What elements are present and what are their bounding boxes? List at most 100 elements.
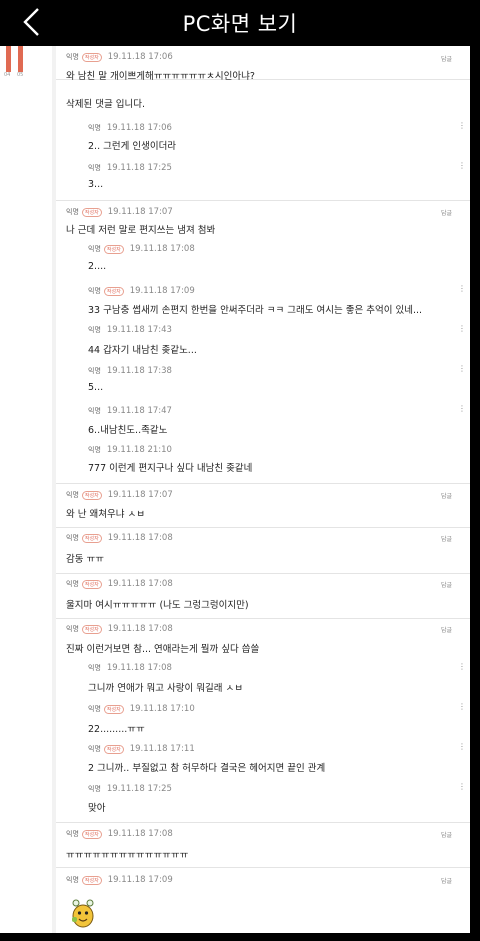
comment-time: 19.11.18 17:08	[106, 663, 172, 673]
more-options-icon[interactable]: ⋮	[458, 703, 466, 711]
comment-time: 19.11.18 17:47	[106, 406, 172, 416]
reply-button[interactable]: 답글	[441, 54, 452, 63]
comment-author: 익명	[88, 705, 101, 713]
comment-author: 익명	[88, 164, 101, 172]
more-options-icon[interactable]: ⋮	[458, 365, 466, 373]
reply-item: 익명 작성자 19.11.18 17:09 ⋮ 33 구남충 썹새끼 손편지 한…	[56, 284, 470, 324]
comment-time: 19.11.18 17:07	[107, 207, 173, 217]
comment-text: 33 구남충 썹새끼 손편지 한번을 안써주더라 ㅋㅋ 그래도 여시는 좋은 추…	[88, 305, 423, 316]
more-options-icon[interactable]: ⋮	[458, 122, 466, 130]
character-sticker-icon	[72, 899, 94, 928]
comment-author: 익명	[88, 287, 101, 295]
comment: 익명 작성자 19.11.18 17:07 답글 와 난 왜쳐우냐 ㅅㅂ	[56, 485, 470, 528]
comment-time: 19.11.18 17:25	[106, 784, 172, 794]
more-options-icon[interactable]: ⋮	[458, 285, 466, 293]
comment-time: 19.11.18 17:11	[129, 744, 195, 754]
author-badge: 작성자	[81, 579, 102, 589]
reply-item: 익명 19.11.18 17:43 ⋮ 44 갑자기 내남친 좆같노...	[56, 324, 470, 364]
comment-author: 익명	[66, 534, 79, 542]
comment-text: 777 이런게 편지구나 싶다 내남친 좆같네	[88, 463, 253, 474]
comment-time: 19.11.18 17:06	[107, 52, 173, 62]
comment-text: 2....	[88, 261, 107, 272]
comment-time: 19.11.18 17:08	[107, 624, 173, 634]
comment-time: 19.11.18 17:06	[106, 123, 172, 133]
more-options-icon[interactable]: ⋮	[458, 743, 466, 751]
reply-button[interactable]: 답글	[441, 876, 452, 885]
author-badge: 작성자	[81, 533, 102, 543]
top-bar: PC화면 보기	[0, 0, 480, 46]
author-badge: 작성자	[81, 490, 102, 500]
comment-author: 익명	[88, 245, 101, 253]
scroll-edge	[470, 46, 480, 933]
comment-text: 6..내남친도..족같노	[88, 425, 168, 436]
comment-author: 익명	[88, 446, 101, 454]
comment-author: 익명	[66, 580, 79, 588]
calendar-bar	[6, 46, 11, 72]
comment-time: 19.11.18 17:07	[107, 490, 173, 500]
comment: 익명 작성자 19.11.18 17:07 답글 나 근데 저런 말로 편지쓰는…	[56, 202, 470, 238]
comment-text: 2 그니까.. 부질없고 참 허무하다 결국은 헤어지면 끝인 관계	[88, 763, 326, 774]
reply-item: 익명 작성자 19.11.18 17:11 ⋮ 2 그니까.. 부질없고 참 허…	[56, 742, 470, 782]
reply-item: 익명 19.11.18 17:38 ⋮ 5...	[56, 364, 470, 404]
comment-author: 익명	[66, 876, 79, 884]
comment-author: 익명	[66, 208, 79, 216]
comment-author: 익명	[88, 367, 101, 375]
comment-text: 맞아	[88, 803, 106, 814]
author-badge: 작성자	[81, 829, 102, 839]
more-options-icon[interactable]: ⋮	[458, 663, 466, 671]
calendar-date: 04	[4, 72, 11, 78]
author-badge: 작성자	[81, 624, 102, 634]
comment: 익명 작성자 19.11.18 17:09 답글	[56, 868, 470, 933]
comment-time: 19.11.18 17:08	[107, 533, 173, 543]
comment-author: 익명	[66, 491, 79, 499]
reply-item: 익명 19.11.18 17:47 ⋮ 6..내남친도..족같노	[56, 404, 470, 444]
comment-time: 19.11.18 17:43	[106, 325, 172, 335]
comment: 익명 작성자 19.11.18 17:06 답글 와 남친 말 개이쁘게해ㅠㅠㅠ…	[56, 46, 470, 82]
comment-time: 19.11.18 21:10	[106, 445, 172, 455]
calendar-bar	[18, 46, 23, 72]
reply-item: 익명 19.11.18 17:25 ⋮ 3...	[56, 161, 470, 201]
more-options-icon[interactable]: ⋮	[458, 405, 466, 413]
comment-time: 19.11.18 17:10	[129, 704, 195, 714]
reply-button[interactable]: 답글	[441, 208, 452, 217]
more-options-icon[interactable]: ⋮	[458, 783, 466, 791]
more-options-icon[interactable]: ⋮	[458, 162, 466, 170]
comment-author: 익명	[66, 830, 79, 838]
author-badge: 작성자	[81, 52, 102, 62]
comment-text: 22.........ㅠㅠ	[88, 724, 145, 735]
left-calendar-strip: 04 05	[0, 46, 52, 933]
bottom-bar	[0, 933, 480, 941]
comment: 익명 작성자 19.11.18 17:08 답글 감동 ㅠㅠ	[56, 528, 470, 574]
comment-time: 19.11.18 17:25	[106, 163, 172, 173]
comment-author: 익명	[88, 326, 101, 334]
comment-text: 감동 ㅠㅠ	[66, 554, 104, 565]
more-options-icon[interactable]: ⋮	[458, 325, 466, 333]
comment-text: 44 갑자기 내남친 좆같노...	[88, 345, 197, 356]
author-badge: 작성자	[103, 244, 124, 254]
comment-list: 익명 작성자 19.11.18 17:06 답글 와 남친 말 개이쁘게해ㅠㅠㅠ…	[56, 46, 470, 933]
author-badge: 작성자	[103, 704, 124, 714]
reply-item: 익명 19.11.18 21:10 777 이런게 편지구나 싶다 내남친 좆같…	[56, 444, 470, 484]
comment-time: 19.11.18 17:08	[107, 579, 173, 589]
comment-author: 익명	[88, 745, 101, 753]
reply-button[interactable]: 답글	[441, 491, 452, 500]
comment-time: 19.11.18 17:09	[107, 875, 173, 885]
page-title[interactable]: PC화면 보기	[0, 8, 480, 38]
comment-time: 19.11.18 17:08	[107, 829, 173, 839]
comment-text: 나 근데 저런 말로 편지쓰는 냄져 첨봐	[66, 225, 216, 236]
comment-text: 울지마 여시ㅠㅠㅠㅠㅠ (나도 그렁그렁이지만)	[66, 600, 249, 611]
reply-button[interactable]: 답글	[441, 830, 452, 839]
comment-author: 익명	[66, 53, 79, 61]
reply-button[interactable]: 답글	[441, 580, 452, 589]
reply-button[interactable]: 답글	[441, 625, 452, 634]
page-body: 04 05 익명 작성자 19.11.18 17:06 답글 와 남친 말 개이…	[0, 46, 470, 933]
comment-author: 익명	[88, 124, 101, 132]
comment: 익명 작성자 19.11.18 17:08 답글 진짜 이런거보면 참... 연…	[56, 619, 470, 657]
reply-button[interactable]: 답글	[441, 534, 452, 543]
reply-item: 익명 작성자 19.11.18 17:10 ⋮ 22.........ㅠㅠ	[56, 702, 470, 742]
author-badge: 작성자	[103, 744, 124, 754]
comment-text: ㅠㅠㅠㅠㅠㅠㅠㅠㅠㅠㅠㅠㅠㅠ	[66, 850, 189, 861]
comment-time: 19.11.18 17:38	[106, 366, 172, 376]
comment-author: 익명	[66, 625, 79, 633]
comment: 익명 작성자 19.11.18 17:08 답글 울지마 여시ㅠㅠㅠㅠㅠ (나도…	[56, 574, 470, 619]
